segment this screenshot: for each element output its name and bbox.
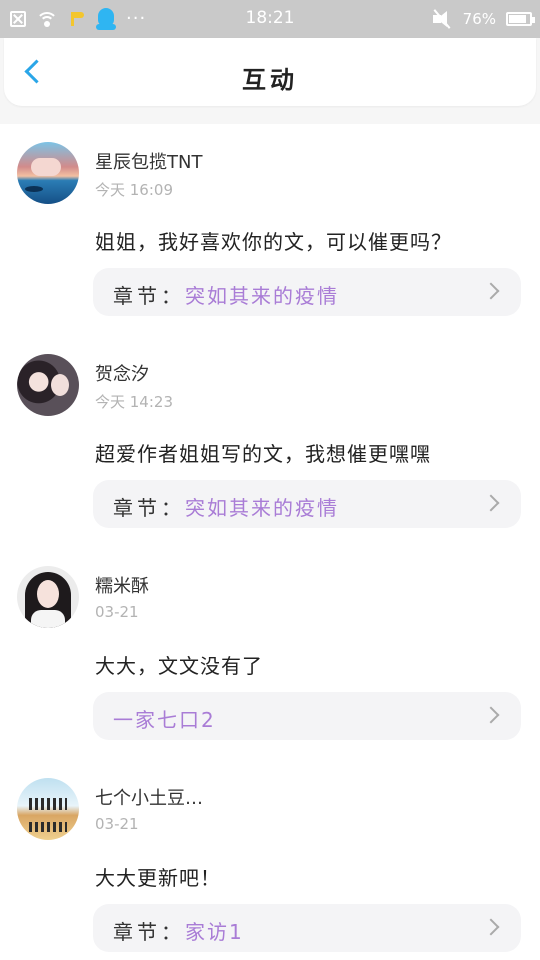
chevron-right-icon xyxy=(482,706,500,724)
comment-time: 今天 14:23 xyxy=(95,393,173,411)
comment-item: 贺念汐 今天 14:23 超爱作者姐姐写的文，我想催更嘿嘿 章节： 突如其来的疫… xyxy=(0,336,540,548)
comment-content: 大大，文文没有了 xyxy=(95,654,263,678)
chevron-right-icon xyxy=(482,918,500,936)
avatar[interactable] xyxy=(17,778,79,840)
user-name[interactable]: 糯米酥 xyxy=(95,572,149,598)
comment-time: 今天 16:09 xyxy=(95,181,173,199)
chapter-title: 一家七口2 xyxy=(113,708,216,732)
status-bar: ··· 18:21 76% xyxy=(0,0,540,38)
comment-content: 大大更新吧！ xyxy=(95,866,221,890)
page-title: 互动 xyxy=(242,66,298,94)
comment-time: 03-21 xyxy=(95,815,139,833)
chapter-label: 章节： xyxy=(113,284,185,308)
battery-fill xyxy=(509,15,526,23)
comment-item: 星辰包揽TNT 今天 16:09 姐姐，我好喜欢你的文，可以催更吗？ 章节： 突… xyxy=(0,124,540,336)
avatar[interactable] xyxy=(17,566,79,628)
battery-percent: 76% xyxy=(462,10,496,28)
chapter-title: 突如其来的疫情 xyxy=(185,496,339,520)
chapter-link[interactable]: 章节： 家访1 xyxy=(93,904,521,952)
chapter-link[interactable]: 章节： 突如其来的疫情 xyxy=(93,268,521,316)
user-name[interactable]: 贺念汐 xyxy=(95,360,149,386)
comment-time: 03-21 xyxy=(95,603,139,621)
chapter-label: 章节： xyxy=(113,496,185,520)
comment-content: 超爱作者姐姐写的文，我想催更嘿嘿 xyxy=(95,442,431,466)
battery-icon xyxy=(506,12,535,26)
chapter-label: 章节： xyxy=(113,920,185,944)
chapter-link[interactable]: 章节： 突如其来的疫情 xyxy=(93,480,521,528)
comment-content: 姐姐，我好喜欢你的文，可以催更吗？ xyxy=(95,230,452,254)
status-right-icons: 76% xyxy=(431,6,535,32)
header: 互动 xyxy=(4,38,536,106)
chapter-title: 家访1 xyxy=(185,920,244,944)
user-name[interactable]: 星辰包揽TNT xyxy=(95,148,202,174)
chevron-right-icon xyxy=(482,282,500,300)
comment-item: 糯米酥 03-21 大大，文文没有了 一家七口2 xyxy=(0,548,540,760)
avatar[interactable] xyxy=(17,142,79,204)
avatar[interactable] xyxy=(17,354,79,416)
chevron-right-icon xyxy=(482,494,500,512)
comment-item: 七个小土豆… 03-21 大大更新吧！ 章节： 家访1 xyxy=(0,760,540,960)
user-name[interactable]: 七个小土豆… xyxy=(95,784,203,810)
chapter-link[interactable]: 一家七口2 xyxy=(93,692,521,740)
chapter-title: 突如其来的疫情 xyxy=(185,284,339,308)
mute-icon xyxy=(431,9,453,29)
